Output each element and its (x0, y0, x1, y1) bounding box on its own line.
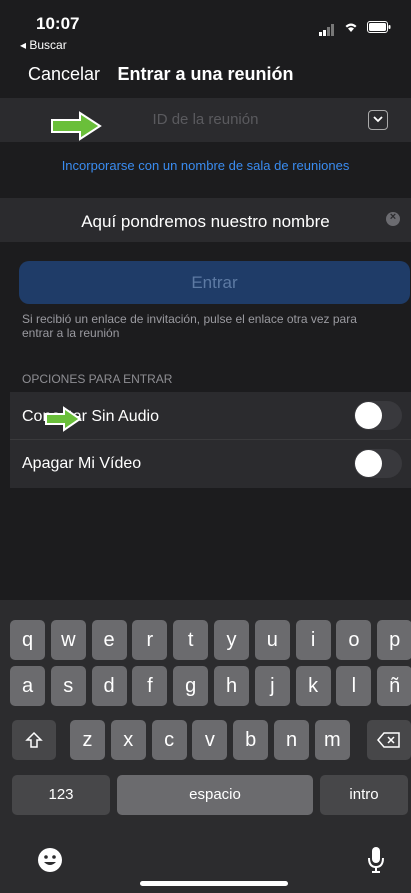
wifi-icon (345, 23, 357, 32)
invite-hint: Si recibió un enlace de invitación, puls… (22, 312, 357, 340)
clear-icon[interactable]: × (386, 211, 400, 226)
option-no-audio-label: Conectar Sin Audio (22, 408, 159, 425)
enter-button[interactable]: Entrar (19, 261, 410, 304)
key[interactable]: y (214, 620, 249, 660)
back-to-app-link[interactable]: ◂ Buscar (20, 38, 67, 52)
status-time: 10:07 (36, 14, 80, 33)
key[interactable]: j (254, 666, 290, 706)
shift-icon (25, 731, 43, 748)
battery-icon (367, 21, 391, 33)
signal-icon (319, 18, 335, 36)
key[interactable]: n (274, 720, 309, 760)
microphone-icon[interactable] (366, 845, 386, 875)
key[interactable]: ñ (377, 666, 411, 706)
key[interactable]: q (10, 620, 45, 660)
key[interactable]: x (110, 720, 146, 760)
no-audio-toggle[interactable] (354, 401, 402, 430)
key[interactable]: e (91, 620, 127, 660)
backspace-icon (377, 732, 400, 748)
key[interactable]: f (132, 666, 168, 706)
backspace-key[interactable] (367, 720, 411, 760)
key[interactable]: s (50, 666, 86, 706)
key[interactable]: z (70, 720, 105, 760)
key[interactable]: d (91, 666, 127, 706)
key[interactable]: i (295, 620, 331, 660)
page-title: Entrar a una reunión (117, 64, 294, 84)
divider (10, 439, 411, 440)
green-arrow-icon (51, 111, 102, 141)
key[interactable]: a (10, 666, 45, 706)
key[interactable]: r (132, 620, 168, 660)
key[interactable]: u (254, 620, 290, 660)
key[interactable]: b (233, 720, 269, 760)
key[interactable]: c (151, 720, 187, 760)
key[interactable]: h (214, 666, 249, 706)
space-key[interactable]: espacio (117, 775, 313, 815)
key[interactable]: p (377, 620, 411, 660)
key[interactable]: g (173, 666, 209, 706)
join-with-room-name-link[interactable]: Incorporarse con un nombre de sala de re… (0, 158, 411, 173)
name-field-value: Aquí pondremos nuestro nombre (81, 212, 330, 231)
key[interactable]: o (336, 620, 372, 660)
emoji-icon[interactable] (36, 846, 64, 874)
key[interactable]: k (295, 666, 331, 706)
green-arrow-icon (45, 406, 82, 432)
numbers-key[interactable]: 123 (12, 775, 110, 815)
video-off-toggle[interactable] (354, 449, 402, 478)
option-video-off-label: Apagar Mi Vídeo (22, 455, 142, 472)
key[interactable]: m (314, 720, 350, 760)
shift-key[interactable] (12, 720, 56, 760)
home-indicator (140, 881, 288, 886)
options-header: OPCIONES PARA ENTRAR (22, 372, 173, 386)
key[interactable]: l (336, 666, 372, 706)
return-key[interactable]: intro (320, 775, 408, 815)
key[interactable]: w (50, 620, 86, 660)
chevron-down-icon[interactable] (368, 110, 388, 130)
key[interactable]: v (192, 720, 228, 760)
key[interactable]: t (173, 620, 209, 660)
status-icons (319, 18, 391, 36)
